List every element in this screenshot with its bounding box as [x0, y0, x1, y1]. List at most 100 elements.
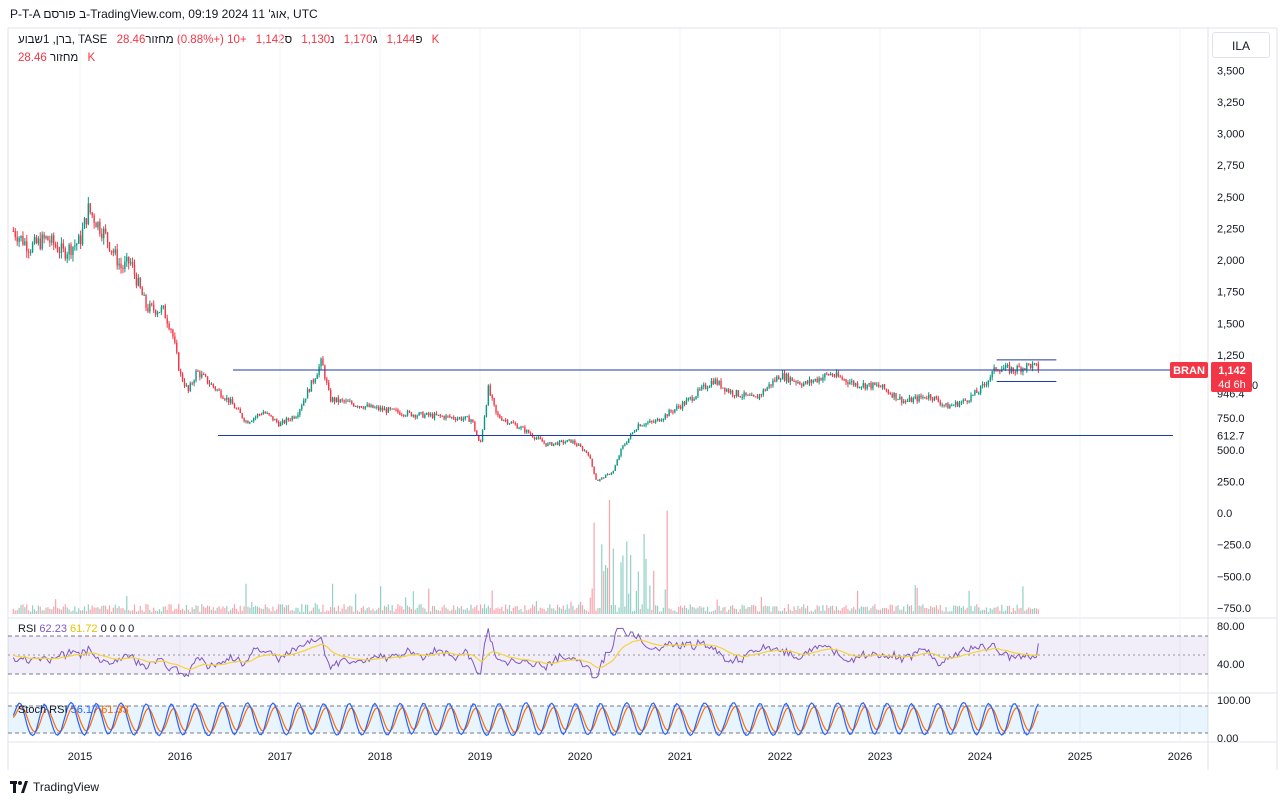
candle-body — [801, 384, 803, 386]
volume-bar — [705, 611, 707, 614]
volume-bar — [568, 608, 570, 614]
candle-body — [779, 379, 782, 381]
candle-body — [153, 304, 155, 311]
volume-bar — [576, 607, 578, 614]
volume-bar — [728, 609, 730, 614]
volume-bar — [78, 608, 80, 614]
candle-body — [547, 443, 549, 447]
candle-body — [989, 377, 991, 381]
candle-body — [272, 416, 274, 421]
volume-bar — [293, 610, 295, 614]
candle-body — [283, 420, 286, 424]
volume-bar — [155, 610, 157, 614]
candle-body — [106, 232, 109, 243]
volume-bar — [891, 604, 893, 614]
volume-bar — [895, 606, 897, 614]
volume-bar — [16, 610, 18, 614]
candle-body — [760, 394, 763, 396]
time-axis[interactable]: 2015 2016 2017 2018 2019 2020 2021 2022 2023 2024… — [68, 751, 1192, 763]
volume-bar — [947, 611, 949, 614]
candle-body — [520, 426, 522, 429]
volume-bar — [210, 609, 213, 614]
volume-bar — [985, 607, 988, 614]
volume-bar — [616, 611, 618, 614]
candle-body — [839, 376, 841, 378]
candle-body — [193, 380, 195, 384]
candle-body — [778, 376, 780, 380]
candle-body — [964, 399, 966, 401]
volume-bar — [910, 605, 913, 614]
volume-bar — [343, 604, 345, 614]
volume-bar — [12, 608, 14, 614]
candle-body — [441, 415, 443, 417]
candle-body — [412, 414, 415, 417]
volume-bar — [412, 591, 414, 614]
candle-body — [304, 398, 307, 401]
candle-body — [916, 396, 918, 402]
volume-bar — [368, 607, 370, 614]
tradingview-logo-icon[interactable] — [10, 781, 28, 793]
stoch-label[interactable]: Stoch RSI — [18, 704, 68, 716]
candle-body — [537, 437, 540, 439]
volume-bar — [589, 597, 591, 614]
candle-body — [64, 248, 66, 259]
candle-body — [474, 422, 476, 431]
candle-body — [218, 389, 220, 391]
candle-body — [947, 403, 949, 409]
rsi-label[interactable]: RSI — [18, 623, 36, 635]
volume-bar — [555, 610, 557, 614]
volume-bar — [385, 606, 388, 614]
candle-body — [16, 237, 18, 242]
candle-body — [595, 473, 597, 480]
volume-bar — [587, 611, 589, 614]
candle-body — [999, 370, 1001, 372]
volume-bar — [666, 510, 668, 614]
candle-body — [247, 420, 249, 424]
volume-bar — [64, 604, 66, 614]
candle-body — [756, 396, 759, 399]
volume-bar — [130, 611, 132, 614]
candle-body — [233, 404, 236, 409]
chart-canvas[interactable]: 3,500 3,250 3,000 2,750 2,500 2,250 2,000 1,750… — [0, 0, 1285, 805]
volume-bar — [430, 611, 432, 614]
candle-body — [362, 407, 365, 409]
candle-body — [776, 376, 778, 382]
volume-bar — [699, 606, 701, 614]
candle-body — [445, 415, 447, 419]
footer-brand[interactable]: TradingView — [33, 780, 99, 794]
volume-bar — [243, 606, 245, 614]
volume-bar — [820, 610, 822, 614]
volume-bar — [274, 610, 276, 614]
volume-bar — [306, 604, 309, 614]
volume-bar — [124, 609, 126, 614]
volume-bar — [703, 607, 705, 614]
candle-body — [962, 399, 965, 402]
price-axis[interactable]: 3,500 3,250 3,000 2,750 2,500 2,250 2,000 1,750… — [1217, 65, 1251, 615]
price-tick: 1,750 — [1217, 287, 1245, 299]
candle-body — [14, 231, 16, 238]
candle-body — [956, 401, 959, 407]
candle-body — [189, 383, 191, 391]
volume-bar — [103, 605, 105, 614]
candle-body — [614, 465, 616, 471]
candle-body — [985, 384, 988, 386]
candle-body — [751, 394, 753, 396]
candle-body — [526, 430, 528, 433]
stoch-band — [8, 706, 1208, 733]
candle-body — [141, 287, 143, 296]
volume-bar — [437, 610, 439, 614]
candle-body — [366, 404, 368, 407]
volume-bar — [245, 583, 247, 614]
volume-bar — [347, 606, 349, 614]
candle-body — [864, 383, 866, 389]
volume-bar — [855, 609, 857, 614]
candle-body — [333, 397, 336, 402]
volume-bar — [56, 607, 59, 614]
candle-body — [687, 398, 690, 400]
candle-body — [399, 412, 401, 415]
candle-body — [266, 413, 268, 415]
volume-bar — [166, 609, 168, 614]
candle-body — [693, 399, 695, 401]
volume-bar — [880, 609, 882, 614]
candle-body — [589, 455, 591, 459]
